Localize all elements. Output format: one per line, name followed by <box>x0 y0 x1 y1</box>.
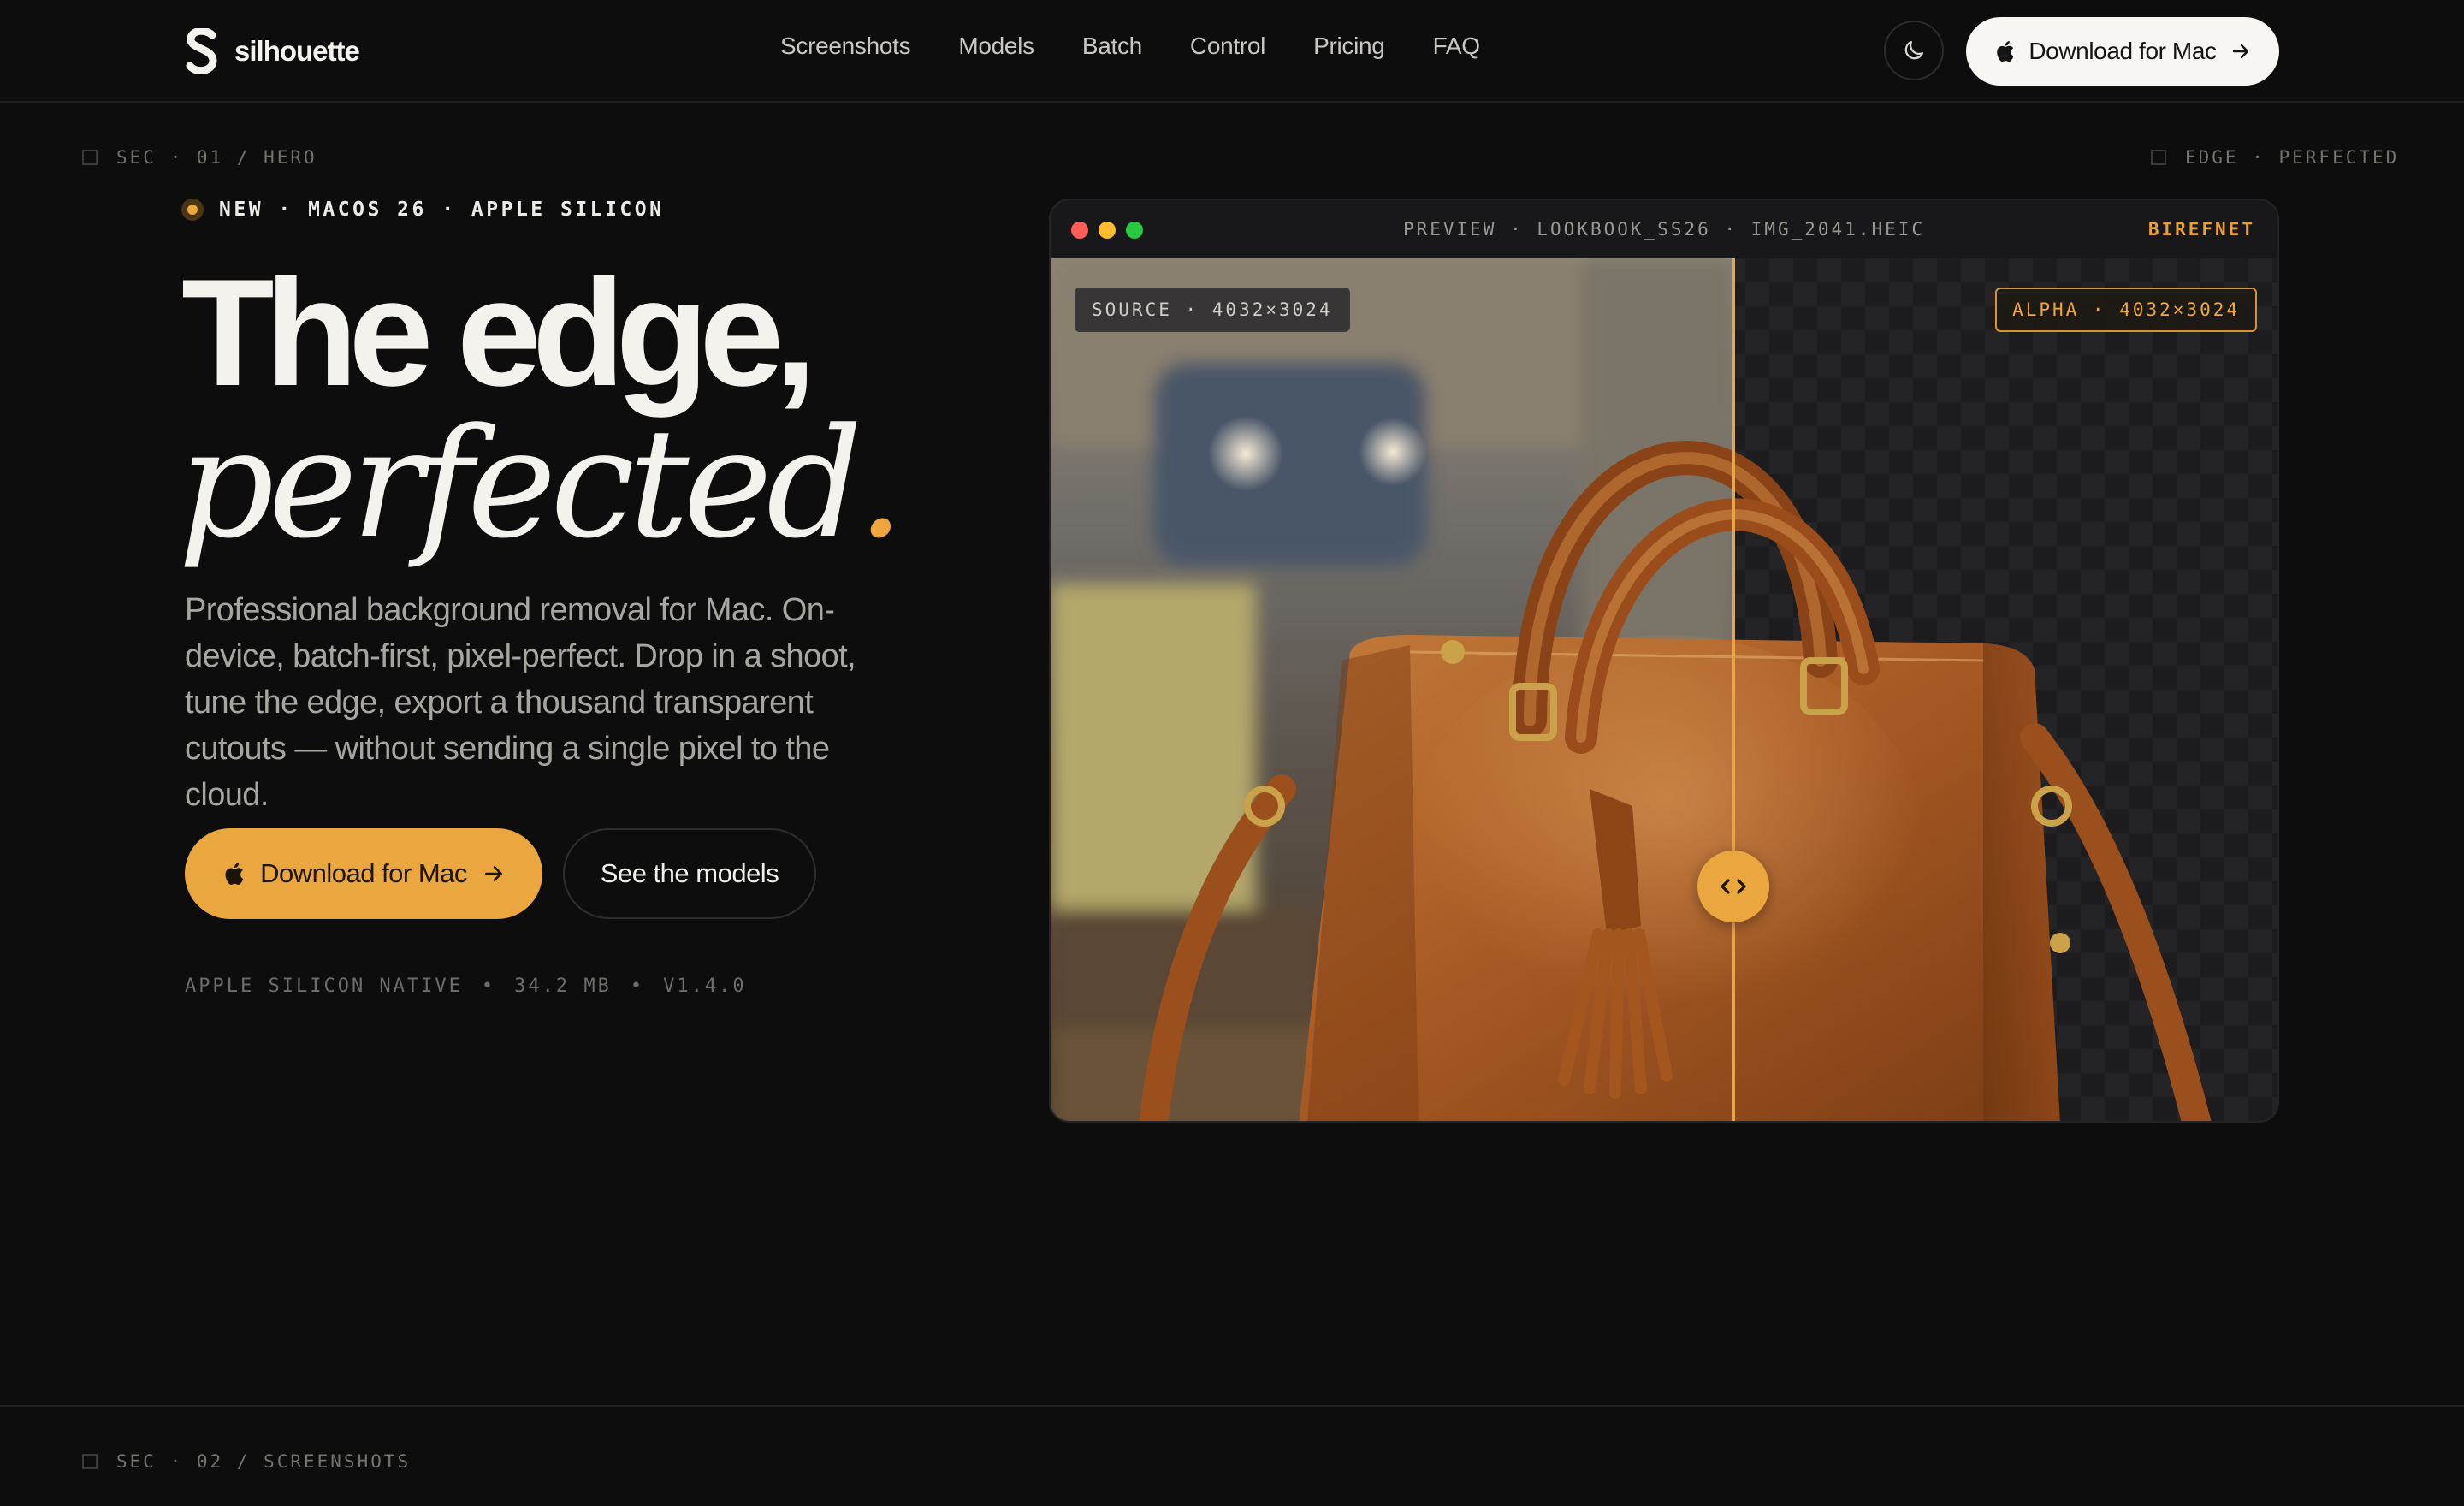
site-header: silhouette Screenshots Models Batch Cont… <box>0 0 2464 103</box>
bag-preview-image <box>1051 258 2277 1121</box>
download-button-label: Download for Mac <box>260 858 467 888</box>
nav-item-screenshots[interactable]: Screenshots <box>780 33 911 60</box>
window-title: PREVIEW · LOOKBOOK_SS26 · IMG_2041.HEIC <box>1402 219 1926 240</box>
split-handle[interactable] <box>1697 851 1769 922</box>
before-after-stage[interactable]: SOURCE · 4032×3024 ALPHA · 4032×3024 <box>1051 258 2277 1121</box>
main-nav: Screenshots Models Batch Control Pricing… <box>780 33 1480 60</box>
see-models-button[interactable]: See the models <box>563 828 816 919</box>
header-download-button[interactable]: Download for Mac <box>1966 17 2279 86</box>
arrow-right-icon <box>2232 44 2248 59</box>
source-tag: SOURCE · 4032×3024 <box>1075 288 1350 332</box>
release-badge: NEW · MACOS 26 · APPLE SILICON <box>181 199 664 221</box>
theme-toggle-button[interactable] <box>1884 21 1944 80</box>
meta-platform: APPLE SILICON NATIVE <box>185 975 463 997</box>
alpha-tag: ALPHA · 4032×3024 <box>1995 288 2257 332</box>
headline-line-1: The edge, <box>181 247 817 418</box>
marker-square-icon <box>82 1454 98 1469</box>
window-titlebar: PREVIEW · LOOKBOOK_SS26 · IMG_2041.HEIC … <box>1051 200 2277 258</box>
moon-icon <box>1904 40 1924 60</box>
marker-square-icon <box>2151 150 2166 165</box>
section-marker-hero: SEC · 01 / HERO <box>82 147 317 168</box>
brand-name: silhouette <box>234 35 360 67</box>
split-handle-icon <box>1721 879 1746 894</box>
headline-line-2: perfected. <box>178 409 904 560</box>
section-marker-edge: EDGE · PERFECTED <box>2151 147 2399 168</box>
marker-square-icon <box>82 150 98 165</box>
nav-item-faq[interactable]: FAQ <box>1433 33 1480 60</box>
download-button[interactable]: Download for Mac <box>185 828 542 919</box>
hero-description: Professional background removal for Mac.… <box>185 592 856 813</box>
logo-mark-icon <box>186 28 217 74</box>
meta-separator: • <box>481 975 496 997</box>
meta-separator: • <box>630 975 645 997</box>
release-badge-text: NEW · MACOS 26 · APPLE SILICON <box>219 199 665 221</box>
see-models-label: See the models <box>600 858 779 888</box>
nav-item-batch[interactable]: Batch <box>1082 33 1142 60</box>
apple-icon <box>1997 41 2014 62</box>
model-label: BIREFNET <box>2147 219 2255 240</box>
status-dot-icon <box>181 199 204 221</box>
section-marker-screenshots: SEC · 02 / SCREENSHOTS <box>82 1451 411 1472</box>
nav-item-pricing[interactable]: Pricing <box>1313 33 1385 60</box>
brand-logo[interactable]: silhouette <box>185 27 360 75</box>
release-meta: APPLE SILICON NATIVE • 34.2 MB • V1.4.0 <box>185 975 747 997</box>
headline-italic: perfected <box>178 396 862 572</box>
apple-icon <box>225 863 244 885</box>
arrow-right-icon <box>484 866 502 881</box>
meta-version: V1.4.0 <box>663 975 747 997</box>
nav-item-control[interactable]: Control <box>1190 33 1265 60</box>
headline-accent-dot: . <box>856 396 904 572</box>
section-divider <box>0 1405 2464 1407</box>
section-marker-label: SEC · 01 / HERO <box>116 147 317 168</box>
header-download-label: Download for Mac <box>2029 38 2217 64</box>
preview-window: PREVIEW · LOOKBOOK_SS26 · IMG_2041.HEIC … <box>1049 199 2279 1123</box>
section-marker-label: EDGE · PERFECTED <box>2185 147 2400 168</box>
nav-item-models[interactable]: Models <box>958 33 1034 60</box>
section-marker-label: SEC · 02 / SCREENSHOTS <box>116 1451 412 1472</box>
meta-size: 34.2 MB <box>514 975 612 997</box>
